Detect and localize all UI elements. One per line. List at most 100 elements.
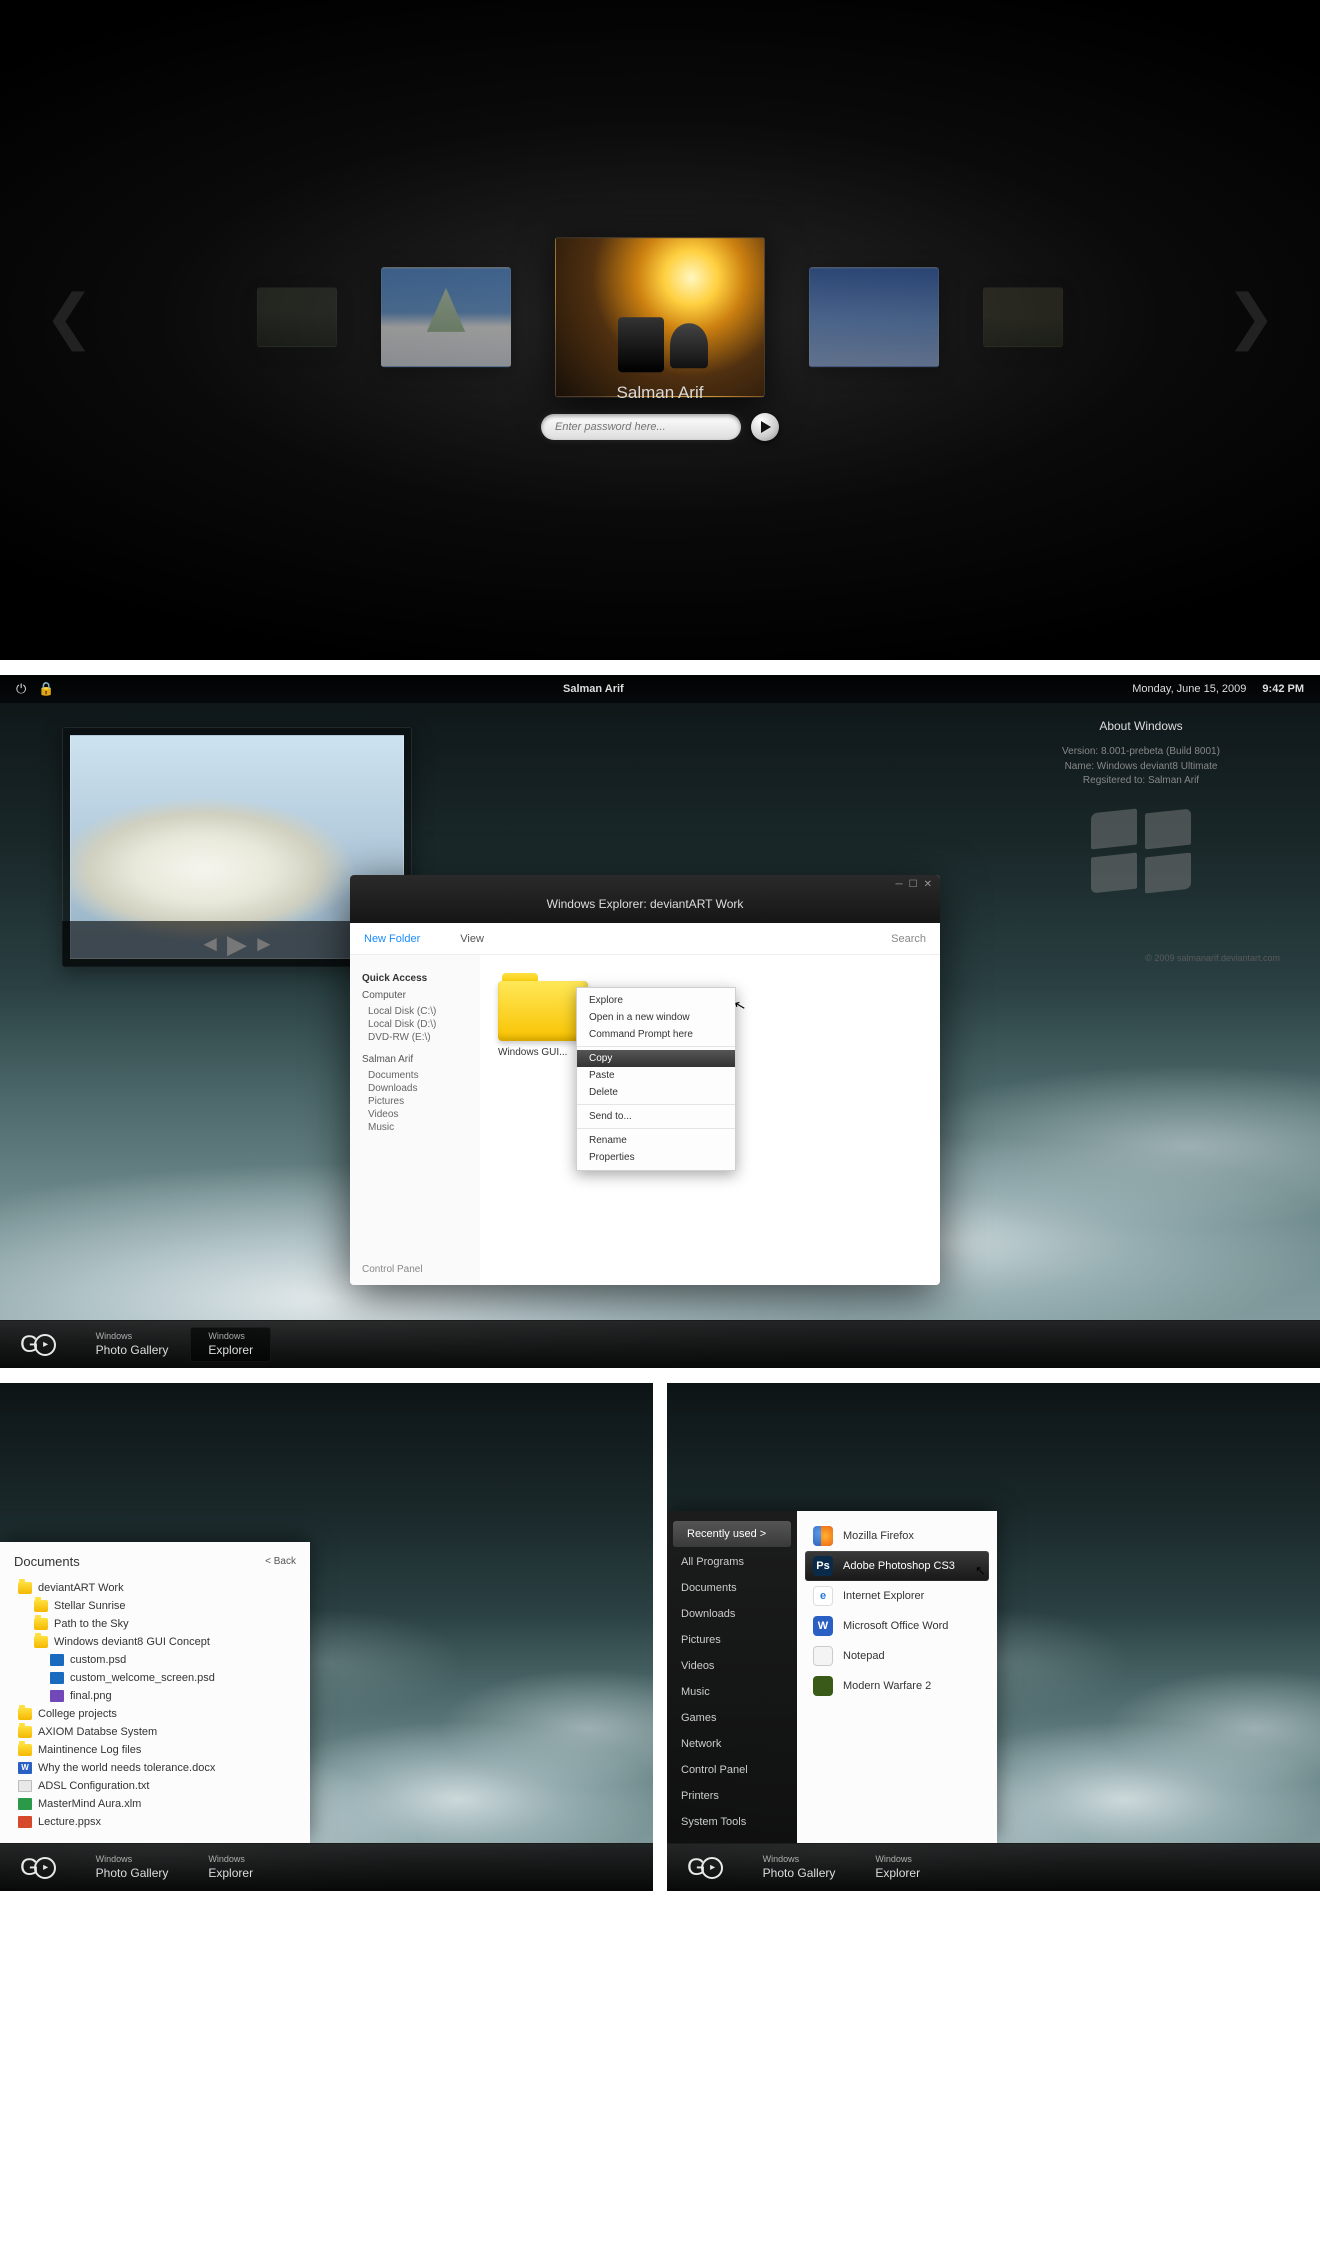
qa-drive-item[interactable]: Local Disk (C:\) [362, 1005, 468, 1018]
back-button[interactable]: < Back [265, 1556, 296, 1567]
user-thumb[interactable] [381, 267, 511, 367]
user-thumb-active[interactable] [555, 237, 765, 397]
start-nav-item[interactable]: Recently used > [673, 1521, 791, 1547]
qa-user-heading[interactable]: Salman Arif [362, 1054, 468, 1065]
tree-item[interactable]: custom_welcome_screen.psd [46, 1669, 296, 1687]
control-panel-link[interactable]: Control Panel [362, 1264, 423, 1275]
tree-item[interactable]: custom.psd [46, 1651, 296, 1669]
context-menu-item[interactable]: Paste [577, 1067, 735, 1084]
power-icon[interactable]: ⏻ [16, 681, 26, 697]
qa-computer-heading[interactable]: Computer [362, 990, 468, 1001]
widget-play-icon[interactable]: ▶ [227, 929, 247, 960]
username-label: Salman Arif [541, 383, 779, 403]
user-thumb[interactable] [257, 287, 337, 347]
start-button[interactable]: G▸ [687, 1854, 723, 1882]
qa-drive-item[interactable]: Local Disk (D:\) [362, 1018, 468, 1031]
context-menu-item[interactable]: Explore [577, 992, 735, 1009]
tree-item[interactable]: deviantART Work [14, 1579, 296, 1597]
folder-icon [18, 1708, 32, 1720]
lock-icon[interactable]: 🔒 [38, 681, 54, 697]
explorer-window: ─ ☐ ✕ Windows Explorer: deviantART Work … [350, 875, 940, 1285]
login-button[interactable] [751, 413, 779, 441]
start-nav-item[interactable]: System Tools [667, 1809, 797, 1835]
widget-prev-icon[interactable]: ◄ [199, 931, 221, 957]
context-menu-item[interactable]: Rename [577, 1132, 735, 1149]
qa-user-item[interactable]: Videos [362, 1108, 468, 1121]
txt-icon [18, 1780, 32, 1792]
folder-icon [34, 1636, 48, 1648]
taskbar-item-explorer[interactable]: WindowsExplorer [857, 1850, 938, 1884]
tree-item[interactable]: Maintinence Log files [14, 1741, 296, 1759]
credit-text: © 2009 salmanarif.deviantart.com [1145, 953, 1280, 963]
windows-logo-icon [1091, 811, 1191, 891]
app-item[interactable]: Notepad [805, 1641, 989, 1671]
app-item[interactable]: Modern Warfare 2 [805, 1671, 989, 1701]
folder-icon[interactable] [498, 973, 588, 1041]
user-thumb[interactable] [809, 267, 939, 367]
start-nav-item[interactable]: Music [667, 1679, 797, 1705]
minimize-button[interactable]: ─ [896, 879, 903, 890]
psd-icon [50, 1654, 64, 1666]
documents-title: Documents [14, 1554, 80, 1569]
folder-icon [34, 1600, 48, 1612]
start-button[interactable]: G▸ [20, 1331, 56, 1359]
tree-item[interactable]: College projects [14, 1705, 296, 1723]
quick-access-heading: Quick Access [362, 973, 468, 984]
widget-next-icon[interactable]: ► [253, 931, 275, 957]
start-nav-item[interactable]: Videos [667, 1653, 797, 1679]
start-button[interactable]: G▸ [20, 1854, 56, 1882]
context-menu-item[interactable]: Delete [577, 1084, 735, 1101]
start-nav-item[interactable]: Documents [667, 1575, 797, 1601]
tree-item[interactable]: Lecture.ppsx [14, 1813, 296, 1831]
taskbar-item-photo-gallery[interactable]: Windows Photo Gallery [78, 1327, 187, 1361]
maximize-button[interactable]: ☐ [909, 879, 918, 890]
new-folder-button[interactable]: New Folder [364, 933, 420, 945]
context-menu-item[interactable]: Command Prompt here [577, 1026, 735, 1043]
qa-user-item[interactable]: Music [362, 1121, 468, 1134]
search-button[interactable]: Search [891, 933, 926, 945]
tree-item[interactable]: ADSL Configuration.txt [14, 1777, 296, 1795]
ie-icon: e [813, 1586, 833, 1606]
start-nav-item[interactable]: Downloads [667, 1601, 797, 1627]
app-item[interactable]: Mozilla Firefox [805, 1521, 989, 1551]
carousel-prev[interactable]: ❮ [44, 282, 94, 352]
taskbar-item-photo-gallery[interactable]: WindowsPhoto Gallery [745, 1850, 854, 1884]
qa-user-item[interactable]: Pictures [362, 1095, 468, 1108]
user-thumb[interactable] [983, 287, 1063, 347]
app-item[interactable]: WMicrosoft Office Word [805, 1611, 989, 1641]
app-item[interactable]: PsAdobe Photoshop CS3 [805, 1551, 989, 1581]
tree-item[interactable]: Stellar Sunrise [30, 1597, 296, 1615]
start-nav-item[interactable]: Pictures [667, 1627, 797, 1653]
qa-drive-item[interactable]: DVD-RW (E:\) [362, 1031, 468, 1044]
view-button[interactable]: View [460, 933, 484, 945]
context-menu-item[interactable]: Open in a new window [577, 1009, 735, 1026]
qa-user-item[interactable]: Downloads [362, 1082, 468, 1095]
start-nav-item[interactable]: Control Panel [667, 1757, 797, 1783]
context-menu-item[interactable]: Properties [577, 1149, 735, 1166]
password-input[interactable] [541, 414, 741, 440]
qa-user-item[interactable]: Documents [362, 1069, 468, 1082]
tree-item[interactable]: MasterMind Aura.xlm [14, 1795, 296, 1813]
context-menu-item[interactable]: Copy [577, 1050, 735, 1067]
tree-item[interactable]: Windows deviant8 GUI Concept [30, 1633, 296, 1651]
tree-item[interactable]: AXIOM Databse System [14, 1723, 296, 1741]
ps-icon: Ps [813, 1556, 833, 1576]
context-menu-item[interactable]: Send to... [577, 1108, 735, 1125]
tree-item[interactable]: Why the world needs tolerance.docx [14, 1759, 296, 1777]
start-nav-item[interactable]: Network [667, 1731, 797, 1757]
tree-item[interactable]: final.png [46, 1687, 296, 1705]
explorer-content[interactable]: Windows GUI... ExploreOpen in a new wind… [480, 955, 940, 1285]
taskbar-item-explorer[interactable]: WindowsExplorer [190, 1850, 271, 1884]
start-nav-item[interactable]: All Programs [667, 1549, 797, 1575]
app-item[interactable]: eInternet Explorer [805, 1581, 989, 1611]
carousel-next[interactable]: ❯ [1226, 282, 1276, 352]
tree-item[interactable]: Path to the Sky [30, 1615, 296, 1633]
taskbar: G▸ WindowsPhoto Gallery WindowsExplorer [667, 1843, 1320, 1891]
start-nav-item[interactable]: Games [667, 1705, 797, 1731]
window-titlebar[interactable]: ─ ☐ ✕ Windows Explorer: deviantART Work [350, 875, 940, 923]
taskbar-item-explorer[interactable]: Windows Explorer [190, 1327, 271, 1361]
close-button[interactable]: ✕ [924, 879, 932, 890]
start-documents-screen: Documents < Back deviantART WorkStellar … [0, 1383, 653, 1891]
start-nav-item[interactable]: Printers [667, 1783, 797, 1809]
taskbar-item-photo-gallery[interactable]: WindowsPhoto Gallery [78, 1850, 187, 1884]
